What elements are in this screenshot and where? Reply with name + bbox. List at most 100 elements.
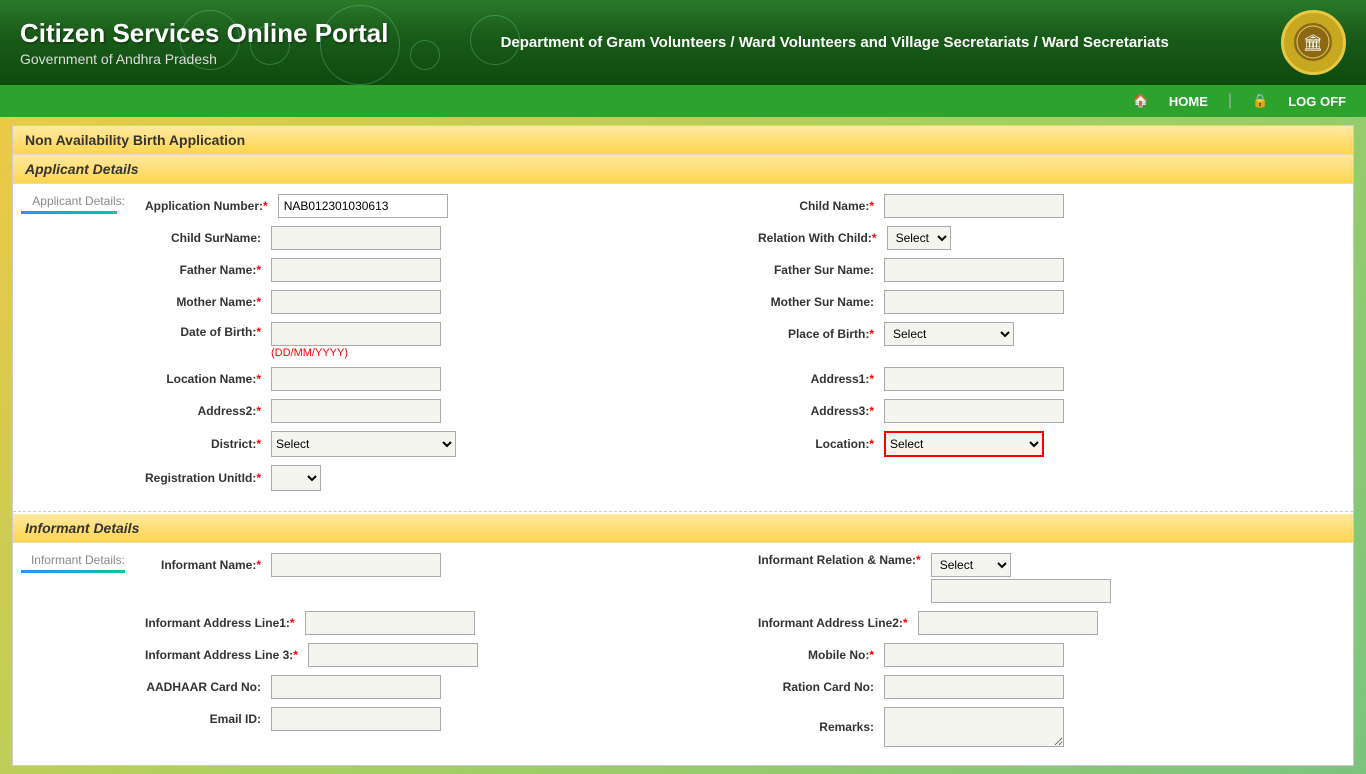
informant-row-3: Informant Address Line 3:* Mobile No:* [145, 643, 1341, 667]
informant-addr1-label: Informant Address Line1:* [145, 616, 299, 630]
location-select[interactable]: Select [884, 431, 1044, 457]
svg-text:🏛: 🏛 [1303, 34, 1323, 52]
father-name-col: Father Name:* [145, 258, 728, 282]
form-row-3: Father Name:* Father Sur Name: [145, 258, 1341, 282]
location-col: Location:* Select [728, 431, 1341, 457]
aadhaar-input[interactable] [271, 675, 441, 699]
address2-label: Address2:* [145, 404, 265, 418]
informant-name-input[interactable] [271, 553, 441, 577]
ration-card-col: Ration Card No: [728, 675, 1341, 699]
remarks-textarea[interactable] [884, 707, 1064, 747]
mother-name-input[interactable] [271, 290, 441, 314]
gov-logo: 🏛 [1281, 10, 1346, 75]
place-of-birth-label: Place of Birth:* [758, 327, 878, 341]
informant-section-title: Informant Details [13, 514, 1353, 543]
form-row-1: Application Number:* Child Name:* [145, 194, 1341, 218]
child-name-input[interactable] [884, 194, 1064, 218]
address1-label: Address1:* [758, 372, 878, 386]
aadhaar-label: AADHAAR Card No: [145, 680, 265, 694]
relation-label: Relation With Child:* [758, 231, 881, 245]
informant-row-5: Email ID: Remarks: [145, 707, 1341, 747]
informant-addr3-col: Informant Address Line 3:* [145, 643, 728, 667]
header-branding: Citizen Services Online Portal Governmen… [20, 18, 388, 67]
address3-label: Address3:* [758, 404, 878, 418]
informant-name-col: Informant Name:* [145, 553, 728, 577]
remarks-col: Remarks: [728, 707, 1341, 747]
child-name-label: Child Name:* [758, 199, 878, 213]
informant-relation-name-input[interactable] [931, 579, 1111, 603]
location-name-label: Location Name:* [145, 372, 265, 386]
child-surname-label: Child SurName: [145, 231, 265, 245]
page-section-title: Non Availability Birth Application [13, 126, 1353, 155]
informant-details-area: Informant Details: Informant Name:* Info… [13, 543, 1353, 765]
home-link[interactable]: HOME [1169, 94, 1208, 109]
location-name-col: Location Name:* [145, 367, 728, 391]
informant-row-4: AADHAAR Card No: Ration Card No: [145, 675, 1341, 699]
relation-select[interactable]: Select [887, 226, 951, 250]
informant-row-2: Informant Address Line1:* Informant Addr… [145, 611, 1341, 635]
ration-card-label: Ration Card No: [758, 680, 878, 694]
district-select[interactable]: Select [271, 431, 456, 457]
location-label: Location:* [758, 437, 878, 451]
address3-input[interactable] [884, 399, 1064, 423]
form-row-6: Location Name:* Address1:* [145, 367, 1341, 391]
home-icon: 🏠 [1133, 93, 1149, 109]
relation-col: Relation With Child:* Select [728, 226, 1341, 250]
informant-addr3-input[interactable] [308, 643, 478, 667]
informant-addr2-col: Informant Address Line2:* [728, 611, 1341, 635]
applicant-form: Application Number:* Child Name:* Child … [133, 184, 1353, 509]
informant-relation-col: Informant Relation & Name:* Select [728, 553, 1341, 603]
application-number-input[interactable] [278, 194, 448, 218]
father-surname-label: Father Sur Name: [758, 263, 878, 277]
mobile-input[interactable] [884, 643, 1064, 667]
dob-label: Date of Birth:* [145, 322, 265, 339]
logoff-link[interactable]: LOG OFF [1288, 94, 1346, 109]
father-name-input[interactable] [271, 258, 441, 282]
father-surname-input[interactable] [884, 258, 1064, 282]
mother-surname-col: Mother Sur Name: [728, 290, 1341, 314]
app-number-col: Application Number:* [145, 194, 728, 218]
form-row-2: Child SurName: Relation With Child:* Sel… [145, 226, 1341, 250]
informant-addr2-label: Informant Address Line2:* [758, 616, 912, 630]
father-surname-col: Father Sur Name: [728, 258, 1341, 282]
informant-row-1: Informant Name:* Informant Relation & Na… [145, 553, 1341, 603]
applicant-section-title: Applicant Details [13, 155, 1353, 184]
informant-addr2-input[interactable] [918, 611, 1098, 635]
dob-col: Date of Birth:* (DD/MM/YYYY) [145, 322, 728, 359]
informant-addr1-col: Informant Address Line1:* [145, 611, 728, 635]
form-row-7: Address2:* Address3:* [145, 399, 1341, 423]
page-header: Citizen Services Online Portal Governmen… [0, 0, 1366, 85]
mother-name-col: Mother Name:* [145, 290, 728, 314]
informant-side-label: Informant Details: [21, 553, 125, 567]
address1-col: Address1:* [728, 367, 1341, 391]
portal-title: Citizen Services Online Portal [20, 18, 388, 49]
reg-unit-select[interactable] [271, 465, 321, 491]
informant-addr1-input[interactable] [305, 611, 475, 635]
mother-surname-label: Mother Sur Name: [758, 295, 878, 309]
mother-surname-input[interactable] [884, 290, 1064, 314]
email-col: Email ID: [145, 707, 728, 731]
dob-input[interactable] [271, 322, 441, 346]
address1-input[interactable] [884, 367, 1064, 391]
location-name-input[interactable] [271, 367, 441, 391]
address2-input[interactable] [271, 399, 441, 423]
mobile-label: Mobile No:* [758, 648, 878, 662]
informant-form: Informant Name:* Informant Relation & Na… [133, 543, 1353, 765]
form-row-5: Date of Birth:* (DD/MM/YYYY) Place of Bi… [145, 322, 1341, 359]
informant-relation-label: Informant Relation & Name:* [758, 553, 925, 567]
email-input[interactable] [271, 707, 441, 731]
place-of-birth-col: Place of Birth:* Select [728, 322, 1341, 346]
place-of-birth-select[interactable]: Select [884, 322, 1014, 346]
form-row-4: Mother Name:* Mother Sur Name: [145, 290, 1341, 314]
child-surname-col: Child SurName: [145, 226, 728, 250]
portal-subtitle: Government of Andhra Pradesh [20, 51, 388, 67]
ration-card-input[interactable] [884, 675, 1064, 699]
applicant-side-label: Applicant Details: [21, 194, 125, 208]
address3-col: Address3:* [728, 399, 1341, 423]
child-surname-input[interactable] [271, 226, 441, 250]
navigation-bar: 🏠 HOME | 🔒 LOG OFF [0, 85, 1366, 117]
child-name-col: Child Name:* [728, 194, 1341, 218]
informant-relation-select[interactable]: Select [931, 553, 1011, 577]
nav-divider: | [1228, 92, 1232, 110]
district-col: District:* Select [145, 431, 728, 457]
